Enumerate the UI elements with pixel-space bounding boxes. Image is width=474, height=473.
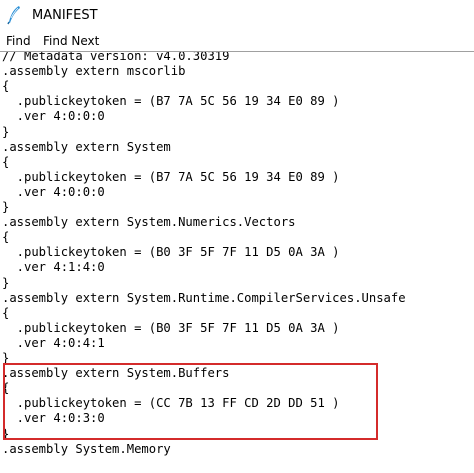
code-line: .ver 4:0:0:0 (2, 184, 105, 199)
manifest-text-area[interactable]: // Metadata version: v4.0.30319 .assembl… (0, 51, 474, 473)
code-line: { (2, 381, 10, 396)
code-line: .publickeytoken = (B7 7A 5C 56 19 34 E0 … (2, 169, 340, 184)
code-line: { (2, 230, 10, 245)
code-line: .assembly extern mscorlib (2, 64, 186, 79)
code-line: .assembly extern System.Numerics.Vectors (2, 215, 296, 230)
code-line: .assembly System.Memory (2, 441, 171, 456)
code-line: .assembly extern System (2, 139, 171, 154)
code-line: { (2, 305, 10, 320)
code-line: { (2, 154, 10, 169)
code-line: .ver 4:0:4:1 (2, 335, 105, 350)
code-line: .publickeytoken = (B0 3F 5F 7F 11 D5 0A … (2, 245, 340, 260)
code-line: .assembly extern System.Runtime.Compiler… (2, 290, 406, 305)
title-bar: MANIFEST (0, 0, 474, 30)
code-line: { (2, 79, 10, 94)
code-line: .publickeytoken = (CC 7B 13 FF CD 2D DD … (2, 396, 340, 411)
code-line: } (2, 124, 10, 139)
code-line: } (2, 351, 10, 365)
menu-find-next[interactable]: Find Next (43, 34, 99, 48)
code-line: } (2, 426, 10, 441)
code-line: .ver 4:1:4:0 (2, 260, 105, 275)
code-line: } (2, 200, 10, 214)
window-title: MANIFEST (32, 8, 98, 23)
menu-find[interactable]: Find (6, 34, 31, 48)
code-line: .ver 4:0:0:0 (2, 109, 105, 124)
code-line: .ver 4:0:3:0 (2, 411, 105, 426)
code-line: } (2, 275, 10, 290)
code-line: .publickeytoken = (B7 7A 5C 56 19 34 E0 … (2, 94, 340, 109)
feather-quill-icon (7, 6, 20, 25)
menu-bar: Find Find Next (0, 31, 474, 51)
code-line: .publickeytoken = (B0 3F 5F 7F 11 D5 0A … (2, 320, 340, 335)
code-line: .assembly extern System.Buffers (2, 366, 230, 381)
code-line: // Metadata version: v4.0.30319 (2, 51, 230, 63)
